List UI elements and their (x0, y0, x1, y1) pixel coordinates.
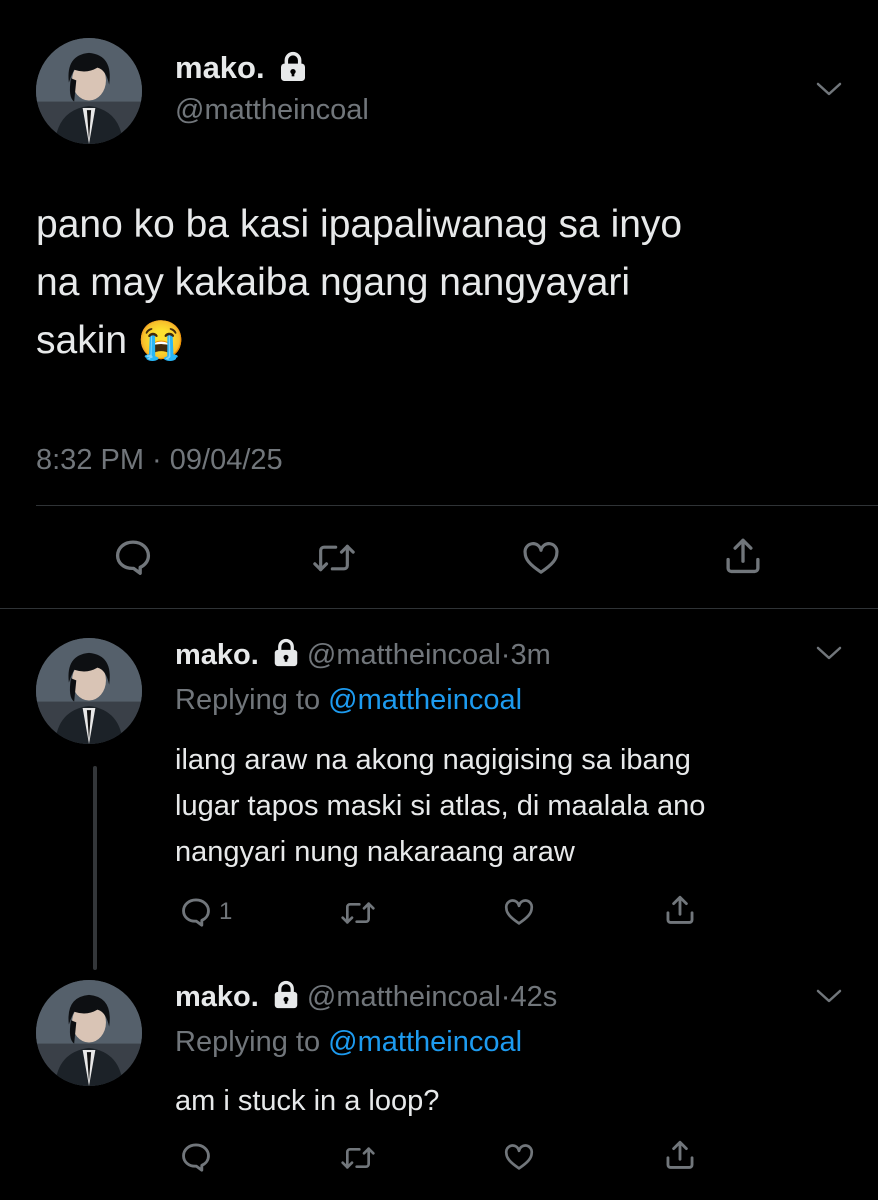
retweet-icon (341, 1147, 375, 1169)
share-button[interactable] (663, 1137, 697, 1173)
display-name[interactable]: mako. (175, 981, 259, 1013)
reply-header: mako. @mattheincoal·3m (175, 637, 551, 673)
replying-to-handle[interactable]: @mattheincoal (328, 684, 522, 716)
share-button[interactable] (663, 892, 697, 928)
handle[interactable]: @mattheincoal (307, 639, 501, 671)
share-icon (666, 1140, 694, 1169)
tweet-text-line: na may kakaiba ngang nangyayari (36, 261, 631, 304)
reply-text-line: lugar tapos maski si atlas, di maalala a… (175, 790, 706, 822)
reply-button[interactable]: 1 (179, 895, 232, 929)
profile-photo (36, 980, 142, 1086)
chevron-down-icon[interactable] (815, 644, 843, 662)
replying-to-handle[interactable]: @mattheincoal (328, 1026, 522, 1058)
retweet-icon (341, 902, 375, 924)
display-name[interactable]: mako. (175, 639, 259, 671)
share-icon (726, 538, 760, 574)
avatar[interactable] (36, 980, 142, 1086)
reply-icon (182, 1143, 210, 1172)
handle[interactable]: @mattheincoal (175, 93, 369, 127)
reply-icon (115, 540, 151, 575)
separator-dot: · (500, 981, 511, 1013)
reply-text-line: nangyari nung nakaraang araw (175, 836, 575, 868)
share-button[interactable] (722, 534, 764, 578)
reply-icon (182, 898, 210, 927)
handle[interactable]: @mattheincoal (307, 981, 501, 1013)
retweet-button[interactable] (340, 1142, 376, 1174)
retweet-icon (313, 544, 355, 572)
reply-button[interactable] (112, 536, 154, 578)
chevron-down-icon[interactable] (815, 987, 843, 1005)
divider (0, 608, 878, 609)
tweet-text-line: sakin (36, 319, 128, 362)
separator-dot: · (500, 639, 511, 671)
like-button[interactable] (502, 896, 536, 928)
heart-icon (504, 899, 534, 925)
reply-header: mako. @mattheincoal·42s (175, 979, 557, 1015)
reply-text-line: am i stuck in a loop? (175, 1085, 440, 1117)
share-icon (666, 895, 694, 924)
reply-button[interactable] (179, 1140, 213, 1174)
retweet-button[interactable] (312, 538, 356, 578)
lock-icon (274, 639, 298, 667)
timestamp[interactable]: 8:32 PM · 09/04/25 (36, 443, 283, 477)
reply-text-line: ilang araw na akong nagigising sa ibang (175, 744, 691, 776)
tweet-text-last-line: sakin 😭 (36, 312, 682, 370)
replying-to-label: Replying to (175, 1026, 321, 1058)
tweet-text-line: pano ko ba kasi ipapaliwanag sa inyo (36, 203, 683, 246)
divider (36, 505, 878, 506)
heart-icon (523, 542, 559, 574)
display-name-row[interactable]: mako. (175, 50, 309, 86)
replying-to: Replying to @mattheincoal (175, 682, 522, 718)
chevron-down-icon[interactable] (815, 80, 843, 98)
avatar[interactable] (36, 638, 142, 744)
reply-text: ilang araw na akong nagigising sa ibang … (175, 737, 705, 875)
profile-photo (36, 638, 142, 744)
relative-time[interactable]: 3m (510, 639, 550, 671)
like-button[interactable] (520, 538, 562, 578)
display-name: mako. (175, 50, 265, 85)
lock-icon (274, 981, 298, 1009)
crying-emoji: 😭 (137, 320, 186, 362)
reply-text: am i stuck in a loop? (175, 1078, 439, 1124)
reply-count: 1 (219, 898, 233, 925)
lock-icon (281, 51, 306, 81)
avatar[interactable] (36, 38, 142, 144)
replying-to-label: Replying to (175, 684, 321, 716)
relative-time[interactable]: 42s (510, 981, 557, 1013)
thread-connector (93, 766, 97, 970)
replying-to: Replying to @mattheincoal (175, 1024, 522, 1060)
tweet-text: pano ko ba kasi ipapaliwanag sa inyo na … (36, 196, 682, 370)
like-button[interactable] (502, 1141, 536, 1173)
retweet-button[interactable] (340, 897, 376, 929)
profile-photo (36, 38, 142, 144)
heart-icon (504, 1144, 534, 1170)
